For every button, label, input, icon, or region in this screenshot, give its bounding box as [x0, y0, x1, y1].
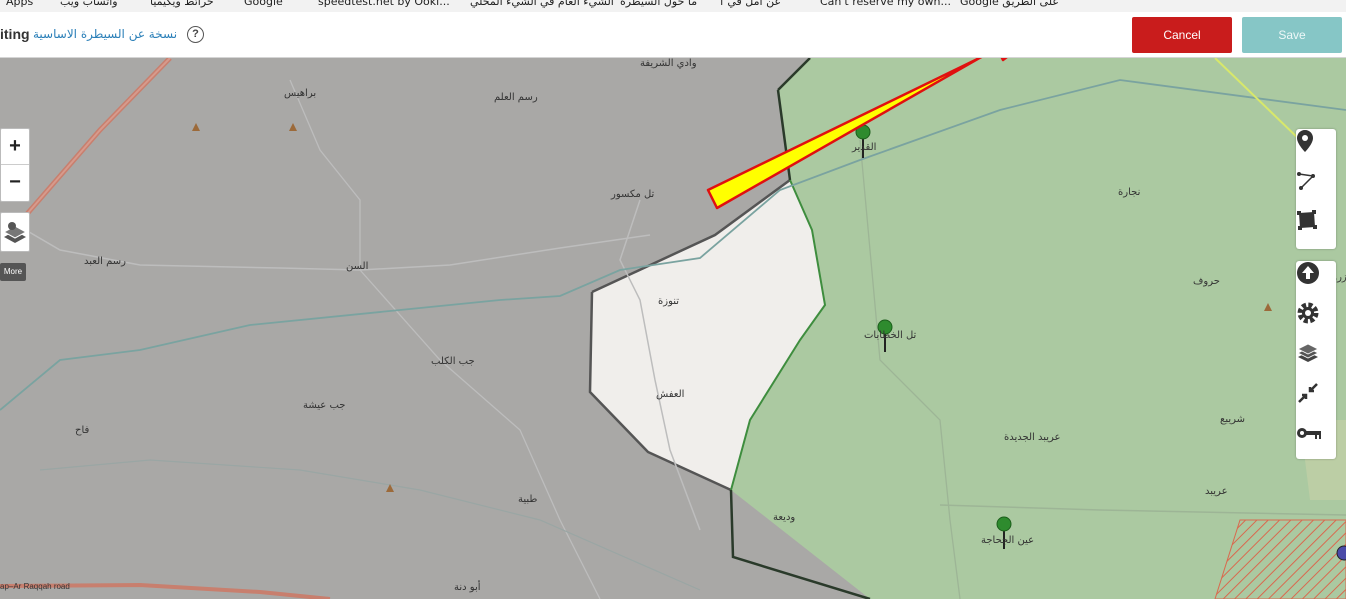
- place-label: رسم العبد: [84, 256, 126, 267]
- bookmark-item[interactable]: f عن أمل في: [720, 0, 781, 8]
- bookmark-item[interactable]: Google على الطريق: [960, 0, 1059, 8]
- place-label: العفش: [656, 389, 685, 400]
- place-label: براهيس: [284, 88, 317, 99]
- upload-button[interactable]: [1296, 261, 1336, 301]
- save-button[interactable]: Save: [1242, 17, 1342, 53]
- tools-toolbar: [1296, 261, 1336, 459]
- zoom-in-button[interactable]: +: [1, 129, 29, 164]
- place-label: شريبع: [1220, 414, 1246, 425]
- place-label: جب عيشة: [303, 400, 346, 411]
- key-icon: [1297, 428, 1321, 439]
- draw-line-button[interactable]: [1296, 169, 1336, 209]
- place-label: فاح: [75, 425, 90, 436]
- bookmark-item[interactable]: ما حول السيطرة: [620, 0, 697, 8]
- bookmark-item[interactable]: الشيء المحلي: [470, 0, 537, 8]
- place-label: تنوزة: [658, 296, 680, 307]
- place-label: حروف: [1193, 276, 1220, 287]
- place-label: وادي الشريفة: [640, 58, 697, 69]
- road-label: ap–Ar Raqqah road: [0, 582, 70, 591]
- editing-title: iting: [0, 26, 30, 42]
- place-label: وديعة: [773, 512, 796, 523]
- compress-icon: [1298, 383, 1318, 403]
- polyline-icon: [1297, 172, 1315, 190]
- river-south: [39, 459, 701, 591]
- key-button[interactable]: [1296, 421, 1336, 461]
- layers-map-icon: [2, 222, 28, 243]
- editor-header: iting نسخة عن السيطرة الاساسية ? Cancel …: [0, 12, 1346, 58]
- map-layer: [0, 58, 1346, 599]
- bookmark-item[interactable]: Can't reserve my own...: [820, 0, 951, 8]
- place-label: طبية: [518, 494, 538, 505]
- map-pin-icon: [1336, 545, 1346, 561]
- place-label: جب الكلب: [431, 356, 475, 367]
- help-icon[interactable]: ?: [187, 26, 204, 43]
- place-label: عين الجحاجة: [981, 535, 1035, 546]
- peak-icon: [192, 123, 200, 131]
- bookmark-item[interactable]: الشيء العام في: [540, 0, 614, 8]
- road-secondary: [289, 79, 361, 270]
- place-label: عريبد: [1205, 486, 1228, 497]
- place-label: عريبد الجديدة: [1004, 432, 1061, 443]
- place-label: أبو دنة: [454, 582, 481, 593]
- map-canvas[interactable]: وادي الشريفة براهيس رسم العلم تل مكسور ر…: [0, 58, 1346, 599]
- peak-icon: [289, 123, 297, 131]
- layers-icon: [1297, 343, 1319, 362]
- bookmark-item[interactable]: واتساب ويب: [60, 0, 118, 8]
- zoom-control: + −: [0, 128, 30, 202]
- polygon-icon: [1297, 210, 1317, 230]
- bookmark-item[interactable]: Google: [244, 0, 283, 8]
- map-marker-icon: [1297, 130, 1313, 152]
- zoom-out-button[interactable]: −: [1, 164, 29, 200]
- settings-button[interactable]: [1296, 301, 1336, 341]
- layers-button[interactable]: [1296, 341, 1336, 381]
- draw-polygon-button[interactable]: [1296, 209, 1336, 249]
- more-tooltip: More: [0, 263, 26, 281]
- cancel-button[interactable]: Cancel: [1132, 17, 1232, 53]
- map-layers-button[interactable]: [0, 212, 30, 252]
- place-label: القدير: [852, 142, 877, 153]
- layer-name-link[interactable]: نسخة عن السيطرة الاساسية: [33, 27, 177, 41]
- place-label: تل الخطابات: [864, 330, 917, 341]
- bookmark-item[interactable]: Apps: [6, 0, 33, 8]
- upload-icon: [1297, 262, 1319, 284]
- place-label: رسم العلم: [494, 92, 538, 103]
- bookmark-item[interactable]: خرائط ويكيميا: [150, 0, 214, 8]
- bookmark-item[interactable]: speedtest.net by Ookl...: [318, 0, 450, 8]
- compress-button[interactable]: [1296, 381, 1336, 421]
- gear-icon: [1297, 302, 1319, 324]
- place-label: السن: [346, 261, 369, 272]
- draw-toolbar: [1296, 129, 1336, 249]
- place-label: نجارة: [1118, 187, 1141, 198]
- road-secondary: [359, 269, 601, 599]
- add-marker-button[interactable]: [1296, 129, 1336, 169]
- place-label: تل مكسور: [611, 189, 655, 200]
